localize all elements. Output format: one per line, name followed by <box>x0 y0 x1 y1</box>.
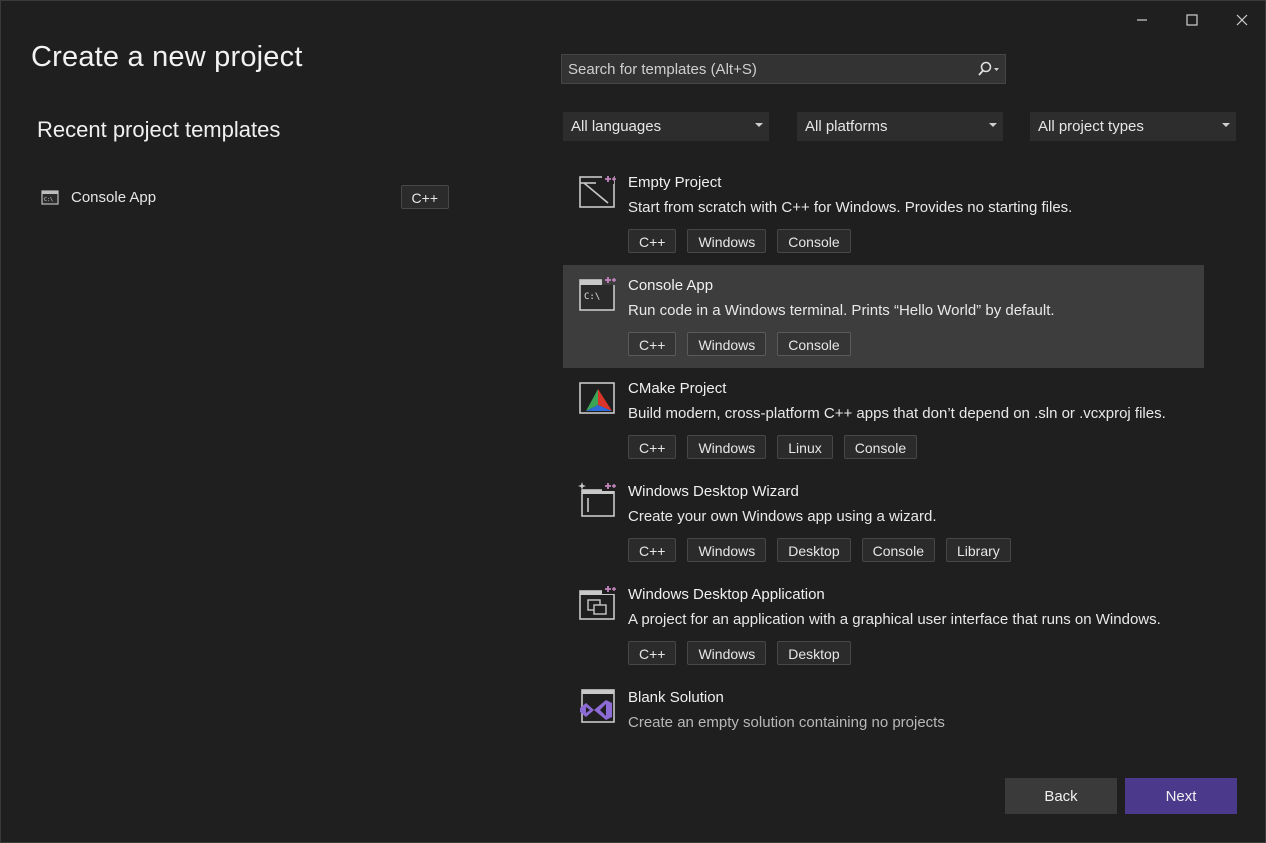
cmake-icon <box>578 377 618 417</box>
chevron-down-icon <box>989 123 997 127</box>
search-input[interactable] <box>562 59 971 79</box>
recent-item-console-app[interactable]: C:\ Console App C++ <box>37 183 449 211</box>
recent-templates-heading: Recent project templates <box>37 117 281 142</box>
template-description: A project for an application with a grap… <box>628 611 1161 628</box>
back-button[interactable]: Back <box>1005 778 1117 814</box>
template-list: Empty Project Start from scratch with C+… <box>563 162 1204 780</box>
tag: Desktop <box>777 641 851 665</box>
language-filter-value: All languages <box>571 118 662 135</box>
template-description: Start from scratch with C++ for Windows.… <box>628 199 1073 216</box>
tag: C++ <box>628 538 677 562</box>
template-tags: C++ Windows Desktop Console Library <box>628 538 1011 562</box>
empty-project-icon <box>578 171 618 211</box>
recent-item-label: Console App <box>71 188 157 206</box>
platform-filter-value: All platforms <box>805 118 888 135</box>
create-project-dialog: Create a new project Recent project temp… <box>0 0 1266 843</box>
tag: Console <box>843 435 918 459</box>
maximize-icon[interactable] <box>1175 7 1209 33</box>
svg-text:C:\: C:\ <box>44 197 53 203</box>
tag: Windows <box>687 641 767 665</box>
template-windows-desktop-application[interactable]: Windows Desktop Application A project fo… <box>563 574 1204 677</box>
template-description: Run code in a Windows terminal. Prints “… <box>628 302 1055 319</box>
template-name: Windows Desktop Wizard <box>628 483 799 500</box>
desktop-application-icon <box>578 583 618 623</box>
template-name: CMake Project <box>628 380 727 397</box>
desktop-wizard-icon <box>578 480 618 520</box>
template-description: Build modern, cross-platform C++ apps th… <box>628 405 1166 422</box>
tag: C++ <box>628 332 677 356</box>
template-tags: C++ Windows Console <box>628 229 851 253</box>
template-tags: C++ Windows Linux Console <box>628 435 918 459</box>
template-tags: C++ Windows Desktop <box>628 641 851 665</box>
tag: Windows <box>687 332 767 356</box>
template-description: Create an empty solution containing no p… <box>628 714 945 731</box>
console-app-icon: C:\ <box>578 274 618 314</box>
project-type-filter-value: All project types <box>1038 118 1144 135</box>
tag: C++ <box>628 229 677 253</box>
chevron-down-icon <box>755 123 763 127</box>
template-search[interactable] <box>561 54 1006 84</box>
project-type-filter[interactable]: All project types <box>1030 112 1236 141</box>
tag: Desktop <box>777 538 851 562</box>
tag: C++ <box>628 435 677 459</box>
tag: Windows <box>687 538 767 562</box>
page-title: Create a new project <box>31 41 303 73</box>
template-console-app[interactable]: C:\ Console App Run code in a Windows te… <box>563 265 1204 368</box>
tag: Console <box>777 332 851 356</box>
template-name: Blank Solution <box>628 689 724 706</box>
template-empty-project[interactable]: Empty Project Start from scratch with C+… <box>563 162 1204 265</box>
template-windows-desktop-wizard[interactable]: Windows Desktop Wizard Create your own W… <box>563 471 1204 574</box>
template-name: Windows Desktop Application <box>628 586 825 603</box>
svg-text:C:\: C:\ <box>584 292 600 302</box>
chevron-down-icon <box>1222 123 1230 127</box>
template-name: Empty Project <box>628 174 722 191</box>
tag: Linux <box>777 435 833 459</box>
template-blank-solution[interactable]: Blank Solution Create an empty solution … <box>563 677 1204 780</box>
template-description: Create your own Windows app using a wiza… <box>628 508 937 525</box>
next-button[interactable]: Next <box>1125 778 1237 814</box>
tag: C++ <box>628 641 677 665</box>
minimize-icon[interactable] <box>1125 7 1159 33</box>
tag: Windows <box>687 229 767 253</box>
search-icon[interactable] <box>971 61 1005 77</box>
blank-solution-icon <box>578 686 618 726</box>
tag: Library <box>946 538 1011 562</box>
template-name: Console App <box>628 277 714 294</box>
recent-item-tag: C++ <box>400 185 449 209</box>
language-filter[interactable]: All languages <box>563 112 769 141</box>
tag: Windows <box>687 435 767 459</box>
close-icon[interactable] <box>1225 7 1259 33</box>
tag: Console <box>861 538 935 562</box>
platform-filter[interactable]: All platforms <box>797 112 1003 141</box>
template-cmake-project[interactable]: CMake Project Build modern, cross-platfo… <box>563 368 1204 471</box>
tag: Console <box>777 229 851 253</box>
template-tags: C++ Windows Console <box>628 332 851 356</box>
console-app-icon: C:\ <box>41 188 61 206</box>
